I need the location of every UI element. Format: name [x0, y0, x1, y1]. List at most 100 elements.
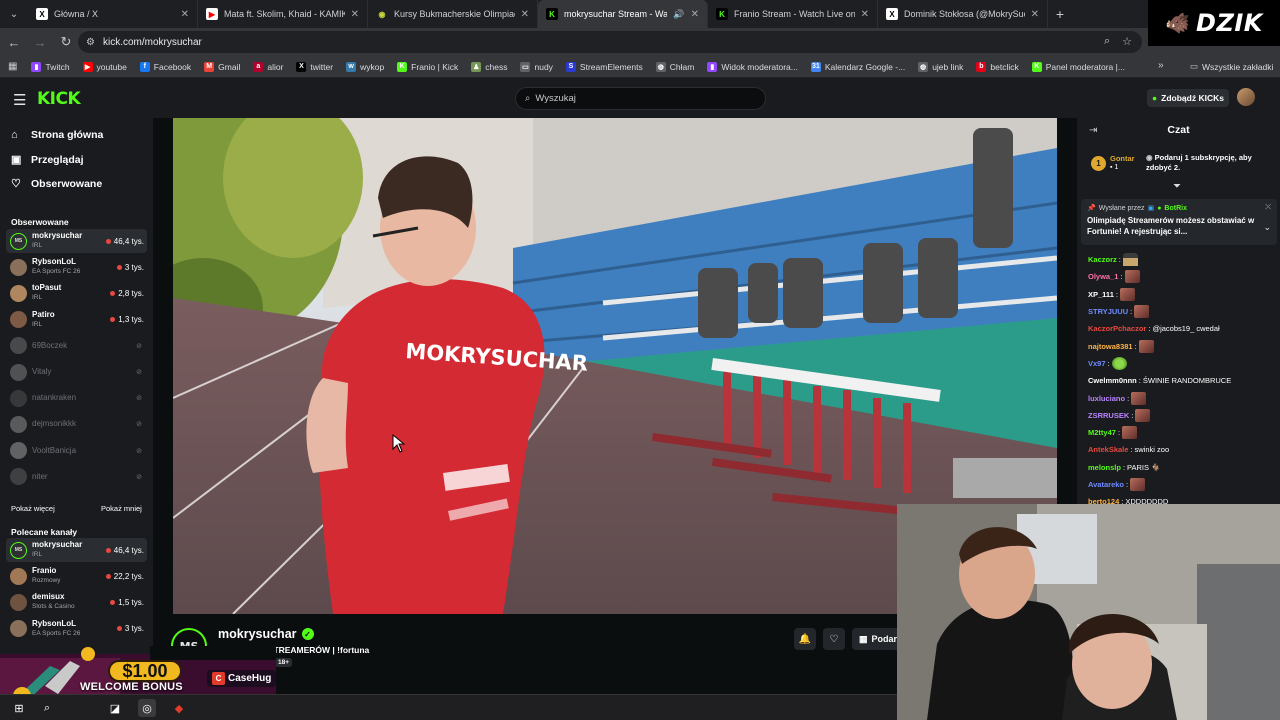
bookmark-item[interactable]: ▭ nudy: [520, 61, 553, 72]
close-tab-icon[interactable]: ✕: [351, 9, 359, 20]
chat-message[interactable]: luxluciano:: [1088, 389, 1278, 406]
browser-tab[interactable]: ▶ Mata ft. Skolim, Khaid - KAMIK ✕: [198, 0, 368, 28]
get-kicks-button[interactable]: ● Zdobądź KICKs: [1147, 89, 1229, 107]
back-button[interactable]: ←: [2, 30, 26, 54]
bookmark-item[interactable]: ◍ ujeb link: [918, 61, 963, 72]
channel-item[interactable]: MS mokrysuchar IRL 46,4 tys.: [6, 229, 147, 253]
taskbar-red-app-icon[interactable]: ◆: [170, 699, 188, 717]
browser-tab[interactable]: ◉ Kursy Bukmacherskie Olimpiad ✕: [368, 0, 538, 28]
chat-username[interactable]: Vx97: [1088, 359, 1106, 368]
start-icon[interactable]: ⊞: [10, 699, 28, 717]
close-tab-icon[interactable]: ✕: [861, 9, 869, 20]
bookmark-item[interactable]: S StreamElements: [565, 61, 643, 72]
kick-logo[interactable]: KICK: [37, 89, 81, 109]
channel-item[interactable]: RybsonLoL EA Sports FC 26 3 tys.: [6, 255, 147, 279]
speaker-icon[interactable]: 🔊: [673, 9, 684, 20]
apps-grid-icon[interactable]: ▦: [8, 61, 17, 72]
chat-username[interactable]: najtowa8381: [1088, 342, 1133, 351]
chat-username[interactable]: STRYJUUU: [1088, 307, 1128, 316]
chat-message[interactable]: Olywa_1:: [1088, 268, 1278, 285]
chat-username[interactable]: KaczorPchaczor: [1088, 324, 1146, 333]
nav-item[interactable]: ⌂ Strona główna: [11, 129, 103, 141]
reload-button[interactable]: ↻: [54, 30, 78, 54]
close-tab-icon[interactable]: ✕: [181, 9, 189, 20]
chat-message[interactable]: najtowa8381:: [1088, 337, 1278, 354]
channel-item[interactable]: MS mokrysuchar IRL 46,4 tys.: [6, 538, 147, 562]
url-input[interactable]: ⚙ kick.com/mokrysuchar ⌕ ☆: [78, 31, 1142, 53]
chrome-taskbar-icon[interactable]: ◎: [138, 699, 156, 717]
nav-item[interactable]: ▣ Przeglądaj: [11, 153, 84, 167]
close-tab-icon[interactable]: ✕: [691, 9, 699, 20]
tab-search-dropdown-icon[interactable]: ⌄: [0, 0, 28, 28]
search-input[interactable]: ⌕ Wyszukaj: [515, 87, 766, 110]
browser-tab[interactable]: X Główna / X ✕: [28, 0, 198, 28]
taskbar-search-icon[interactable]: ⌕: [38, 699, 56, 717]
browser-tab[interactable]: Kmokrysuchar Stream - Watc 🔊 ✕: [538, 0, 708, 28]
bookmark-star-icon[interactable]: ☆: [1122, 35, 1132, 48]
new-tab-button[interactable]: +: [1048, 0, 1072, 28]
bookmark-item[interactable]: K Panel moderatora |...: [1031, 61, 1125, 72]
chat-username[interactable]: Avatareko: [1088, 480, 1124, 489]
chat-message[interactable]: Avatareko:: [1088, 476, 1278, 493]
chat-username[interactable]: M2tty47: [1088, 428, 1116, 437]
filter-icon[interactable]: ⏷: [1173, 181, 1181, 192]
bookmark-item[interactable]: ♟ chess: [471, 61, 507, 72]
all-bookmarks-button[interactable]: ▭ Wszystkie zakładki: [1190, 61, 1273, 72]
channel-item[interactable]: Franio Rozmowy 22,2 tys.: [6, 564, 147, 588]
chat-username[interactable]: ZSRRUSEK: [1088, 411, 1129, 420]
menu-icon[interactable]: ☰: [13, 91, 26, 109]
site-info-icon[interactable]: ⚙: [86, 37, 95, 48]
unpin-icon[interactable]: ⤫: [1265, 204, 1271, 212]
follow-heart-button[interactable]: ♡: [823, 628, 845, 650]
user-avatar[interactable]: [1237, 88, 1255, 106]
expand-pinned-icon[interactable]: ⌄: [1263, 222, 1271, 233]
chat-message[interactable]: Cwelmm0nnn: ŚWINIE RANDOMBRUCE: [1088, 372, 1278, 389]
channel-item[interactable]: VooltBanicja ⊘: [6, 439, 147, 463]
chat-message[interactable]: Vx97:: [1088, 355, 1278, 372]
chat-username[interactable]: XP_111: [1088, 290, 1114, 299]
chat-username[interactable]: Cwelmm0nnn: [1088, 376, 1137, 385]
pinned-message[interactable]: 📌 Wysłane przez ▣ ● BotRix ⤫ Olimpiadę S…: [1081, 199, 1277, 245]
bookmark-item[interactable]: M Gmail: [204, 61, 240, 72]
channel-item[interactable]: Patiro IRL 1,3 tys.: [6, 308, 147, 332]
bookmark-item[interactable]: b betclick: [976, 61, 1019, 72]
chat-username[interactable]: AntekSkale: [1088, 445, 1128, 454]
chat-username[interactable]: Olywa_1: [1088, 272, 1118, 281]
channel-item[interactable]: natankraken ⊘: [6, 386, 147, 410]
bookmark-item[interactable]: ▮ Twitch: [31, 61, 70, 72]
chat-message[interactable]: AntekSkale: swinki zoo: [1088, 441, 1278, 458]
chat-message[interactable]: KaczorPchaczor: @jacobs19_ cwedał: [1088, 320, 1278, 337]
close-tab-icon[interactable]: ✕: [521, 9, 529, 20]
bookmark-item[interactable]: 31 Kalendarz Google -...: [810, 61, 905, 72]
chat-username[interactable]: melonslp: [1088, 463, 1121, 472]
show-more-button[interactable]: Pokaż więcej: [11, 504, 55, 513]
bookmark-item[interactable]: ◍ Chłam: [655, 61, 694, 72]
bookmark-item[interactable]: f Facebook: [139, 61, 191, 72]
chat-username[interactable]: Kaczorz: [1088, 255, 1117, 264]
show-less-button[interactable]: Pokaż mniej: [101, 504, 142, 513]
channel-item[interactable]: toPasut IRL 2,8 tys.: [6, 281, 147, 305]
channel-item[interactable]: niter ⊘: [6, 465, 147, 489]
top-gifter[interactable]: 1 Gontar ▪ 1: [1091, 154, 1135, 172]
channel-name[interactable]: mokrysuchar: [218, 627, 297, 641]
notification-bell-button[interactable]: 🔔: [794, 628, 816, 650]
chat-message[interactable]: M2tty47:: [1088, 424, 1278, 441]
browser-tab[interactable]: X Dominik Stokłosa (@MokrySuc ✕: [878, 0, 1048, 28]
bookmark-item[interactable]: Xtwitter: [296, 61, 333, 72]
bookmark-item[interactable]: K Franio | Kick: [397, 61, 458, 72]
chat-message[interactable]: melonslp: PARIS 🐐: [1088, 459, 1278, 476]
close-tab-icon[interactable]: ✕: [1031, 9, 1039, 20]
channel-item[interactable]: 69Boczek ⊘: [6, 334, 147, 358]
zoom-icon[interactable]: ⌕: [1104, 35, 1110, 48]
bookmark-item[interactable]: ▶ youtube: [82, 61, 127, 72]
channel-item[interactable]: dejmsonikkk ⊘: [6, 412, 147, 436]
channel-item[interactable]: Vitaly ⊘: [6, 360, 147, 384]
bookmark-item[interactable]: a alior: [253, 61, 283, 72]
gift-sub-button[interactable]: ▦ Podar: [852, 628, 900, 650]
chat-message[interactable]: XP_111:: [1088, 286, 1278, 303]
channel-item[interactable]: demisux Slots & Casino 1,5 tys.: [6, 590, 147, 614]
bookmark-item[interactable]: w wykop: [346, 61, 384, 72]
channel-item[interactable]: RybsonLoL EA Sports FC 26 3 tys.: [6, 617, 147, 641]
forward-button[interactable]: →: [28, 30, 52, 54]
chat-username[interactable]: luxluciano: [1088, 394, 1125, 403]
